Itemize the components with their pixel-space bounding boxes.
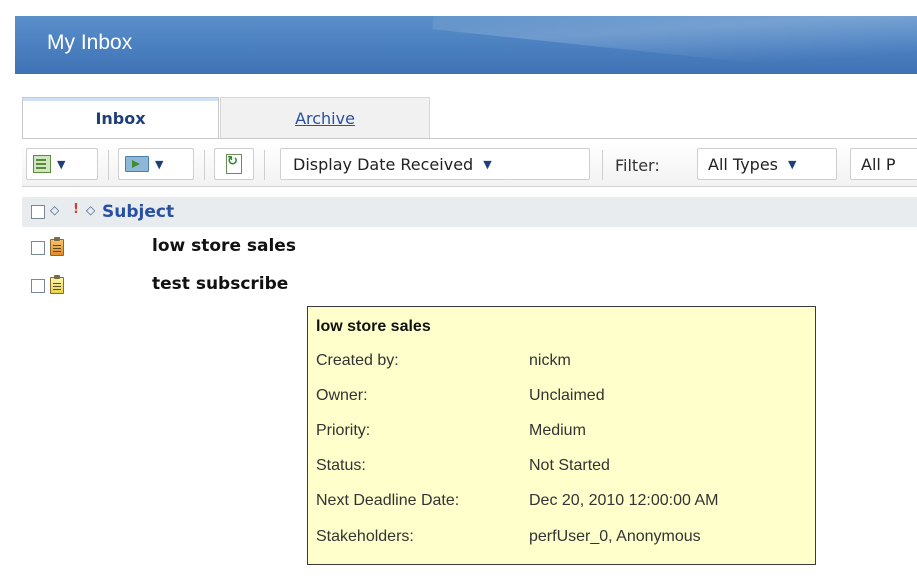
row-checkbox[interactable] [31,279,45,293]
tab-archive[interactable]: Archive [220,97,430,138]
task-tooltip: low store sales Created by: nickm Owner:… [307,306,816,565]
task-orange-icon [50,237,64,256]
task-yellow-icon [50,275,64,294]
refresh-icon [226,154,242,174]
toolbar: ▼ ▼ Display Date Received ▼ Filter: All … [22,142,917,187]
second-filter-dropdown[interactable]: All P [850,148,917,180]
second-filter-label: All P [861,154,896,174]
sort-icon[interactable]: ◇ [86,203,95,217]
subject-column-header[interactable]: Subject [102,202,174,222]
tooltip-label: Status: [316,457,366,474]
new-task-button[interactable]: ▼ [26,148,98,180]
select-all-checkbox[interactable] [31,205,45,219]
page-header: My Inbox [15,16,917,74]
move-to-folder-button[interactable]: ▼ [118,148,194,180]
display-date-dropdown[interactable]: Display Date Received ▼ [280,148,590,180]
tab-inbox[interactable]: Inbox [22,97,219,138]
tooltip-title: low store sales [316,318,431,335]
tooltip-label: Priority: [316,422,371,439]
column-header-row: ◇ ! ◇ Subject [22,197,917,227]
table-row[interactable]: low store sales [22,234,917,262]
page-title: My Inbox [47,31,133,54]
toolbar-divider [108,150,109,180]
type-filter-dropdown[interactable]: All Types ▼ [697,148,837,180]
tooltip-value: perfUser_0, Anonymous [529,528,701,545]
tooltip-label: Created by: [316,352,399,369]
toolbar-divider [602,150,603,180]
display-date-label: Display Date Received [293,154,474,174]
tab-divider [22,138,917,139]
type-filter-label: All Types [708,154,779,174]
filter-label: Filter: [615,156,660,175]
tab-bar: Inbox Archive [22,97,917,139]
refresh-button[interactable] [214,148,254,180]
table-row[interactable]: test subscribe [22,272,917,300]
tooltip-value: Unclaimed [529,387,605,404]
toolbar-divider [264,150,265,180]
chevron-down-icon: ▼ [483,157,492,171]
chevron-down-icon: ▼ [155,157,164,171]
row-checkbox[interactable] [31,241,45,255]
tooltip-label: Next Deadline Date: [316,492,460,509]
toolbar-divider [204,150,205,180]
row-subject[interactable]: test subscribe [152,274,288,294]
chevron-down-icon: ▼ [57,157,66,171]
tooltip-label: Stakeholders: [316,528,414,545]
tooltip-value: Not Started [529,457,610,474]
tooltip-value: Medium [529,422,586,439]
tooltip-label: Owner: [316,387,368,404]
row-subject[interactable]: low store sales [152,236,296,256]
sort-icon[interactable]: ◇ [50,203,59,217]
move-folder-icon [125,156,149,172]
new-task-icon [33,155,51,173]
tooltip-value: Dec 20, 2010 12:00:00 AM [529,492,719,509]
chevron-down-icon: ▼ [788,157,797,171]
priority-icon[interactable]: ! [73,202,79,217]
tooltip-value: nickm [529,352,571,369]
